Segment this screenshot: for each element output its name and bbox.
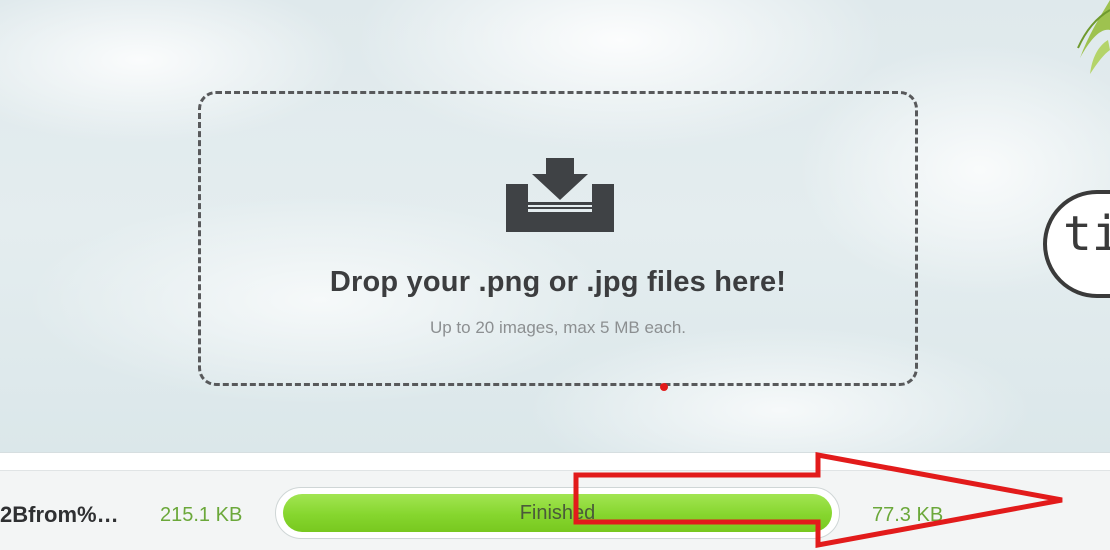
file-drop-zone[interactable]: Drop your .png or .jpg files here! Up to… bbox=[198, 91, 918, 386]
original-size: 215.1 KB bbox=[160, 504, 243, 526]
progress-bar: Finished bbox=[275, 487, 840, 539]
download-tray-icon bbox=[506, 158, 614, 232]
compressed-size-link[interactable]: 77.3 KB bbox=[872, 504, 943, 527]
drop-zone-subtitle: Up to 20 images, max 5 MB each. bbox=[429, 318, 687, 337]
red-marker-dot bbox=[660, 383, 668, 391]
drop-zone-title: Drop your .png or .jpg files here! bbox=[329, 266, 787, 298]
tinypng-logo-badge: ti bbox=[1043, 190, 1110, 298]
file-row: 2Bfrom%… 215.1 KB Finished 77.3 KB bbox=[0, 470, 1110, 550]
bamboo-leaf-icon bbox=[1077, 0, 1110, 74]
page: Drop your .png or .jpg files here! Up to… bbox=[0, 0, 1110, 550]
file-name: 2Bfrom%… bbox=[0, 502, 119, 527]
logo-text: ti bbox=[1063, 206, 1110, 262]
hero-background: Drop your .png or .jpg files here! Up to… bbox=[0, 0, 1110, 453]
progress-status: Finished bbox=[519, 502, 596, 524]
